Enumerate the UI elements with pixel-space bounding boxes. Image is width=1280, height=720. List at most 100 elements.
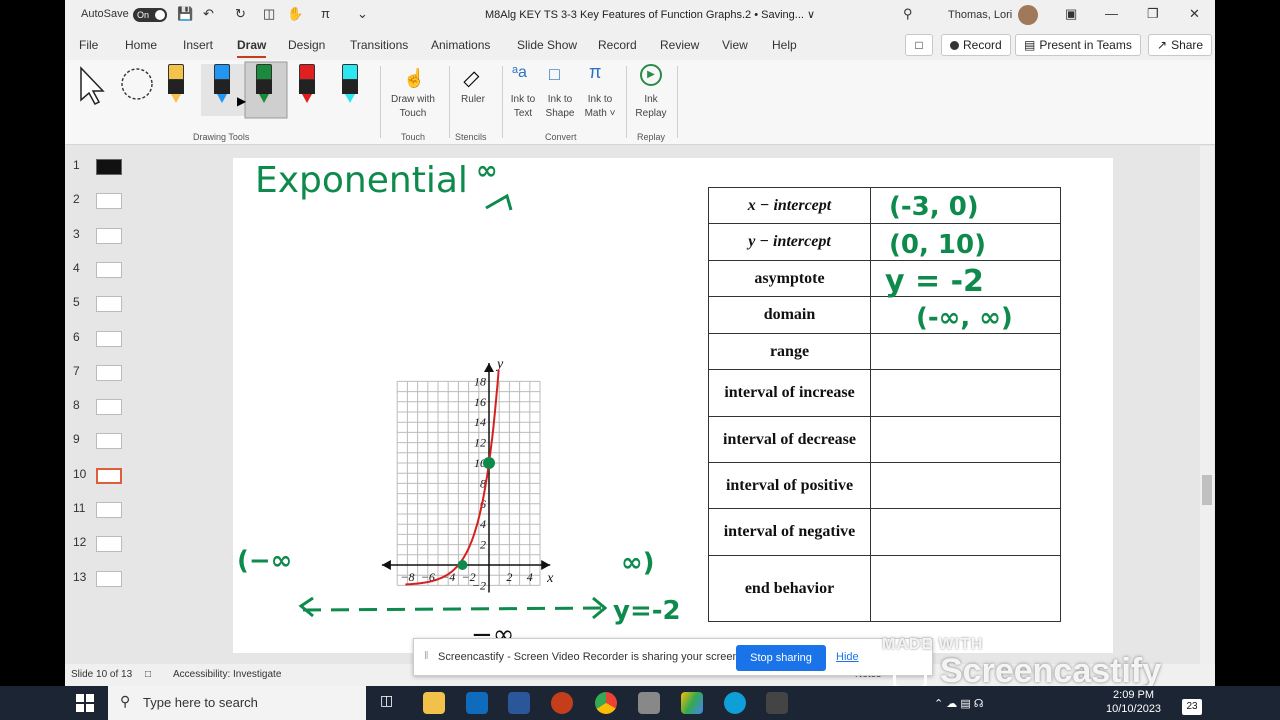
file-explorer-icon[interactable]: [423, 692, 445, 714]
touch-mode-icon[interactable]: ✋: [287, 6, 303, 22]
separator: [677, 66, 678, 138]
task-view-icon[interactable]: ◫: [380, 692, 393, 709]
maximize-icon[interactable]: ❐: [1147, 6, 1159, 22]
tray-icons[interactable]: ⌃ ☁ ▤ ☊: [934, 697, 984, 710]
present-from-start-icon[interactable]: ◫: [263, 6, 275, 22]
equation-icon[interactable]: π: [321, 6, 330, 21]
green-pen-icon[interactable]: [256, 64, 272, 104]
cyan-highlighter-icon[interactable]: [342, 64, 358, 104]
ink-asymptote-arrow-left: [298, 596, 314, 618]
slide-thumbnail[interactable]: [96, 296, 122, 313]
taskbar-search[interactable]: ⚲ Type here to search: [108, 686, 366, 720]
table-cell-label: x − intercept: [708, 187, 871, 224]
ruler-button[interactable]: Ruler: [458, 93, 488, 107]
ribbon-display-icon[interactable]: ▣: [1065, 6, 1077, 22]
tab-transitions[interactable]: Transitions: [350, 38, 408, 52]
slide-thumbnail[interactable]: [96, 227, 122, 244]
chrome-icon[interactable]: [595, 692, 617, 714]
tab-view[interactable]: View: [722, 38, 748, 52]
slide-thumbnail[interactable]: [96, 399, 122, 416]
slide-thumbnail[interactable]: [96, 261, 122, 278]
slide-thumbnail[interactable]: [96, 502, 122, 518]
teams-icon[interactable]: [766, 692, 788, 714]
slide-thumbnail[interactable]: [96, 467, 122, 484]
table-cell-value[interactable]: [870, 416, 1061, 463]
edge-icon[interactable]: [724, 692, 746, 714]
close-icon[interactable]: ✕: [1189, 6, 1200, 22]
slide-thumbnail[interactable]: [96, 536, 122, 553]
red-pen-icon[interactable]: [299, 64, 315, 104]
table-cell-value[interactable]: [870, 333, 1061, 370]
scrollbar-thumb[interactable]: [1202, 475, 1212, 505]
powerpoint-icon[interactable]: [551, 692, 573, 714]
tab-record[interactable]: Record: [598, 38, 637, 52]
separator: [626, 66, 627, 138]
hide-link[interactable]: Hide: [836, 651, 859, 663]
tab-file[interactable]: File: [79, 38, 98, 52]
tab-help[interactable]: Help: [772, 38, 797, 52]
x-tick-label: −2: [462, 570, 476, 584]
present-in-teams-button[interactable]: ▤ Present in Teams: [1015, 34, 1141, 56]
table-cell-value[interactable]: [870, 555, 1061, 622]
blue-pen-icon[interactable]: [214, 64, 230, 104]
google-drive-icon[interactable]: [681, 692, 703, 714]
table-cell-label: end behavior: [708, 555, 871, 622]
table-cell-value[interactable]: [870, 462, 1061, 509]
table-row: y − intercept: [708, 223, 1061, 261]
table-cell-value[interactable]: [870, 369, 1061, 417]
slide-thumbnail[interactable]: [96, 433, 122, 450]
tab-draw[interactable]: Draw: [237, 38, 267, 58]
save-icon[interactable]: 💾: [177, 6, 193, 22]
ink-replay-button[interactable]: Ink Replay: [633, 93, 669, 121]
customize-toolbar-icon[interactable]: ⌄: [357, 6, 368, 22]
share-button[interactable]: ↗ Share: [1148, 34, 1213, 56]
document-title[interactable]: M8Alg KEY TS 3-3 Key Features of Functio…: [485, 8, 815, 21]
y-tick-label: 18: [474, 374, 486, 388]
ink-to-shape-button[interactable]: Ink to Shape: [543, 93, 577, 121]
ink-to-text-button[interactable]: Ink to Text: [507, 93, 539, 121]
redo-icon[interactable]: ↻: [235, 6, 246, 22]
minimize-icon[interactable]: —: [1105, 6, 1118, 21]
avatar[interactable]: [1018, 5, 1038, 25]
undo-icon[interactable]: ↶: [203, 6, 214, 22]
word-icon[interactable]: [508, 692, 530, 714]
slide-thumbnail[interactable]: [96, 193, 122, 210]
tab-review[interactable]: Review: [660, 38, 699, 52]
table-cell-value[interactable]: [870, 508, 1061, 556]
comments-button[interactable]: □: [905, 34, 933, 56]
search-icon[interactable]: ⚲: [903, 6, 913, 22]
spell-check-icon[interactable]: □: [145, 669, 151, 680]
thumbnail-number: 11: [73, 501, 86, 515]
slide-thumbnail[interactable]: [96, 364, 122, 381]
share-message: Screencastify - Screen Video Recorder is…: [438, 651, 742, 663]
outlook-icon[interactable]: [466, 692, 488, 714]
tab-insert[interactable]: Insert: [183, 38, 213, 52]
draw-with-touch-button[interactable]: Draw with Touch: [387, 93, 439, 121]
ink-to-math-button[interactable]: Ink to Math ˅: [579, 93, 621, 121]
clock[interactable]: 2:09 PM 10/10/2023: [1106, 688, 1161, 716]
autosave-toggle[interactable]: On: [133, 8, 167, 22]
stop-sharing-button[interactable]: Stop sharing: [736, 645, 826, 671]
ink-left-infinity: (−∞: [237, 546, 293, 576]
ink-domain-value: (-∞, ∞): [916, 303, 1013, 333]
tab-animations[interactable]: Animations: [431, 38, 490, 52]
vertical-scrollbar[interactable]: [1200, 146, 1214, 664]
slide-thumbnail[interactable]: [96, 159, 122, 175]
windows-start-icon[interactable]: [76, 694, 94, 712]
tab-slide-show[interactable]: Slide Show: [517, 38, 577, 52]
ink-asymptote-label: y=-2: [613, 596, 681, 626]
ink-replay-icon: ▶: [640, 64, 662, 86]
highlighter-yellow-pen-icon[interactable]: [168, 64, 184, 104]
tab-home[interactable]: Home: [125, 38, 157, 52]
tab-design[interactable]: Design: [288, 38, 325, 52]
slide-thumbnail[interactable]: [96, 330, 122, 347]
slide-thumbnail[interactable]: [96, 570, 122, 587]
drawing-tools-group-label: Drawing Tools: [193, 132, 250, 142]
user-name[interactable]: Thomas, Lori: [948, 9, 1012, 21]
record-button[interactable]: Record: [941, 34, 1011, 56]
accessibility-status[interactable]: Accessibility: Investigate: [173, 669, 281, 680]
snipping-tool-icon[interactable]: [638, 692, 660, 714]
notification-badge[interactable]: 23: [1182, 699, 1202, 715]
slide-canvas[interactable]: 18 16 14 12 10 8 6 4 2 −2 −8 −6 −4 −2 2 4 y x Exponential…: [233, 156, 1113, 653]
drag-handle-icon[interactable]: ‖: [424, 650, 429, 662]
